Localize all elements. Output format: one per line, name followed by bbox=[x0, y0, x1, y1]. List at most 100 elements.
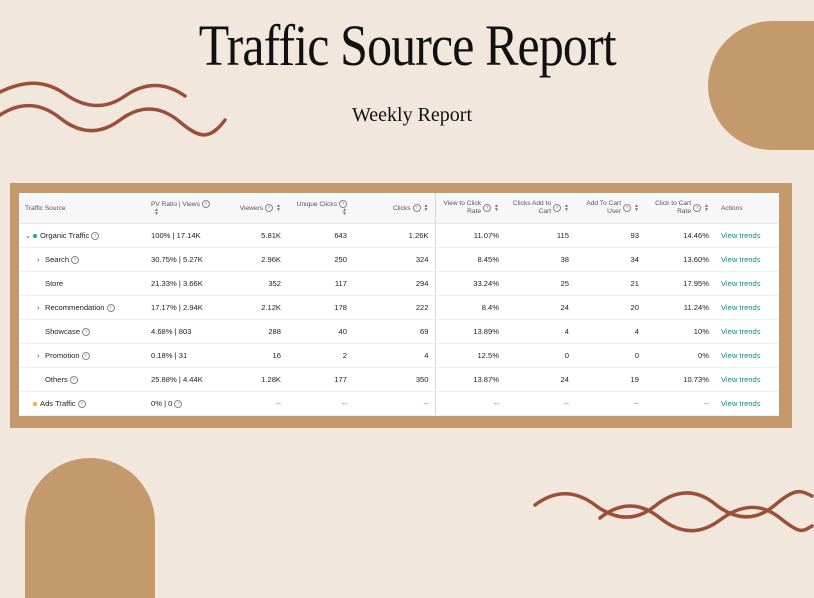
table-row: Others? 25.88% | 4.44K 1.28K 177 350 13.… bbox=[19, 367, 779, 392]
chevron-right-icon[interactable]: › bbox=[37, 353, 45, 360]
help-icon[interactable]: ? bbox=[69, 376, 78, 384]
header-clicks-add-to-cart[interactable]: Clicks Add to Cart? ▲ ▼ bbox=[505, 193, 575, 224]
sort-icon[interactable]: ▲ ▼ bbox=[424, 204, 429, 213]
unique-clicks-cell: 177 bbox=[287, 367, 353, 392]
help-icon[interactable]: ? bbox=[553, 204, 562, 212]
pv-cell: 25.88% | 4.44K bbox=[131, 367, 221, 392]
help-icon[interactable]: ? bbox=[412, 204, 421, 212]
chevron-down-icon[interactable]: ⌄ bbox=[25, 232, 33, 240]
header-clicks[interactable]: Clicks? ▲ ▼ bbox=[353, 193, 435, 224]
atc-cell: 34 bbox=[575, 247, 645, 272]
viewers-cell: -- bbox=[221, 391, 287, 416]
help-icon[interactable]: ? bbox=[174, 400, 183, 408]
pv-cell: 100% | 17.14K bbox=[131, 223, 221, 248]
sort-icon[interactable]: ▲ ▼ bbox=[342, 208, 347, 217]
pv-cell: 17.17% | 2.94K bbox=[131, 295, 221, 320]
header-view-to-click-rate[interactable]: View to Click Rate? ▲ ▼ bbox=[434, 193, 505, 224]
cac-cell: -- bbox=[505, 391, 575, 416]
header-traffic-source: Traffic Source bbox=[19, 193, 131, 224]
view-trends-link[interactable]: View trends bbox=[715, 223, 779, 248]
help-icon[interactable]: ? bbox=[91, 232, 100, 240]
header-click-to-cart-rate[interactable]: Click to Cart Rate? ▲ ▼ bbox=[645, 193, 715, 224]
table-row: Ads Traffic? 0% | 0? -- -- -- -- -- -- -… bbox=[19, 391, 779, 416]
table-row: Showcase? 4.68% | 803 288 40 69 13.89% 4… bbox=[19, 319, 779, 344]
help-icon[interactable]: ? bbox=[265, 204, 274, 212]
view-trends-link[interactable]: View trends bbox=[715, 391, 779, 416]
cac-cell: 4 bbox=[505, 319, 575, 344]
atc-cell: -- bbox=[575, 391, 645, 416]
view-trends-link[interactable]: View trends bbox=[715, 271, 779, 296]
atc-cell: 21 bbox=[575, 271, 645, 296]
unique-clicks-cell: 250 bbox=[287, 247, 353, 272]
view-trends-link[interactable]: View trends bbox=[715, 295, 779, 320]
unique-clicks-cell: 2 bbox=[287, 343, 353, 368]
table-row: ⌄ Organic Traffic? 100% | 17.14K 5.81K 64… bbox=[19, 223, 779, 248]
view-trends-link[interactable]: View trends bbox=[715, 319, 779, 344]
cac-cell: 38 bbox=[505, 247, 575, 272]
sort-icon[interactable]: ▲ ▼ bbox=[634, 204, 639, 213]
help-icon[interactable]: ? bbox=[82, 328, 91, 336]
header-pv-ratio[interactable]: PV Ratio | Views ?▲ ▼ bbox=[131, 193, 221, 224]
sort-icon[interactable]: ▲ ▼ bbox=[564, 204, 569, 213]
row-label: Organic Traffic bbox=[40, 231, 90, 240]
table-header-row: Traffic Source PV Ratio | Views ?▲ ▼ Viewe… bbox=[19, 193, 779, 224]
vtc-cell: 11.07% bbox=[434, 223, 505, 248]
header-actions: Actions bbox=[715, 193, 779, 224]
vtc-cell: 13.87% bbox=[434, 367, 505, 392]
header-unique-clicks[interactable]: Unique Clicks ?▲ ▼ bbox=[287, 193, 353, 224]
unique-clicks-cell: 643 bbox=[287, 223, 353, 248]
header-viewers[interactable]: Viewers? ▲ ▼ bbox=[221, 193, 287, 224]
viewers-cell: 16 bbox=[221, 343, 287, 368]
viewers-cell: 2.96K bbox=[221, 247, 287, 272]
viewers-cell: 288 bbox=[221, 319, 287, 344]
row-label: Search bbox=[45, 255, 70, 264]
help-icon[interactable]: ? bbox=[71, 256, 80, 264]
row-label: Showcase bbox=[45, 327, 81, 336]
header-add-to-cart-user[interactable]: Add To Cart User? ▲ ▼ bbox=[575, 193, 645, 224]
ctc-cell: 13.60% bbox=[645, 247, 715, 272]
sort-icon[interactable]: ▲ ▼ bbox=[704, 204, 709, 213]
clicks-cell: 294 bbox=[353, 271, 435, 296]
view-trends-link[interactable]: View trends bbox=[715, 343, 779, 368]
clicks-cell: 222 bbox=[353, 295, 435, 320]
pv-cell: 4.68% | 803 bbox=[131, 319, 221, 344]
unique-clicks-cell: 117 bbox=[287, 271, 353, 296]
help-icon[interactable]: ? bbox=[693, 204, 702, 212]
ctc-cell: -- bbox=[645, 391, 715, 416]
sort-icon[interactable]: ▲ ▼ bbox=[276, 204, 281, 213]
page-title: Traffic Source Report bbox=[198, 13, 617, 78]
sort-icon[interactable]: ▲ ▼ bbox=[154, 208, 159, 217]
bottom-left-arch-decoration bbox=[25, 458, 155, 598]
cac-cell: 24 bbox=[505, 367, 575, 392]
help-icon[interactable]: ? bbox=[77, 400, 86, 408]
viewers-cell: 352 bbox=[221, 271, 287, 296]
vtc-cell: 13.89% bbox=[434, 319, 505, 344]
ctc-cell: 11.24% bbox=[645, 295, 715, 320]
unique-clicks-cell: 178 bbox=[287, 295, 353, 320]
help-icon[interactable]: ? bbox=[623, 204, 632, 212]
chevron-right-icon[interactable]: › bbox=[37, 305, 45, 312]
help-icon[interactable]: ? bbox=[201, 200, 210, 208]
vtc-cell: 12.5% bbox=[434, 343, 505, 368]
bottom-right-wave-decoration bbox=[533, 489, 814, 533]
vtc-cell: 8.4% bbox=[434, 295, 505, 320]
cac-cell: 24 bbox=[505, 295, 575, 320]
chevron-right-icon[interactable]: › bbox=[37, 257, 45, 264]
table-row: › Recommendation? 17.17% | 2.94K 2.12K 17… bbox=[19, 295, 779, 320]
table-row: › Search? 30.75% | 5.27K 2.96K 250 324 8.… bbox=[19, 247, 779, 272]
clicks-cell: -- bbox=[353, 391, 435, 416]
row-label: Promotion bbox=[45, 351, 80, 360]
atc-cell: 19 bbox=[575, 367, 645, 392]
status-dot-icon bbox=[33, 402, 37, 406]
view-trends-link[interactable]: View trends bbox=[715, 247, 779, 272]
help-icon[interactable]: ? bbox=[106, 304, 115, 312]
unique-clicks-cell: 40 bbox=[287, 319, 353, 344]
help-icon[interactable]: ? bbox=[483, 204, 492, 212]
clicks-cell: 4 bbox=[353, 343, 435, 368]
sort-icon[interactable]: ▲ ▼ bbox=[494, 204, 499, 213]
traffic-source-table: Traffic Source PV Ratio | Views ?▲ ▼ Viewe… bbox=[19, 193, 779, 416]
help-icon[interactable]: ? bbox=[81, 352, 90, 360]
view-trends-link[interactable]: View trends bbox=[715, 367, 779, 392]
clicks-cell: 69 bbox=[353, 319, 435, 344]
ctc-cell: 10% bbox=[645, 319, 715, 344]
